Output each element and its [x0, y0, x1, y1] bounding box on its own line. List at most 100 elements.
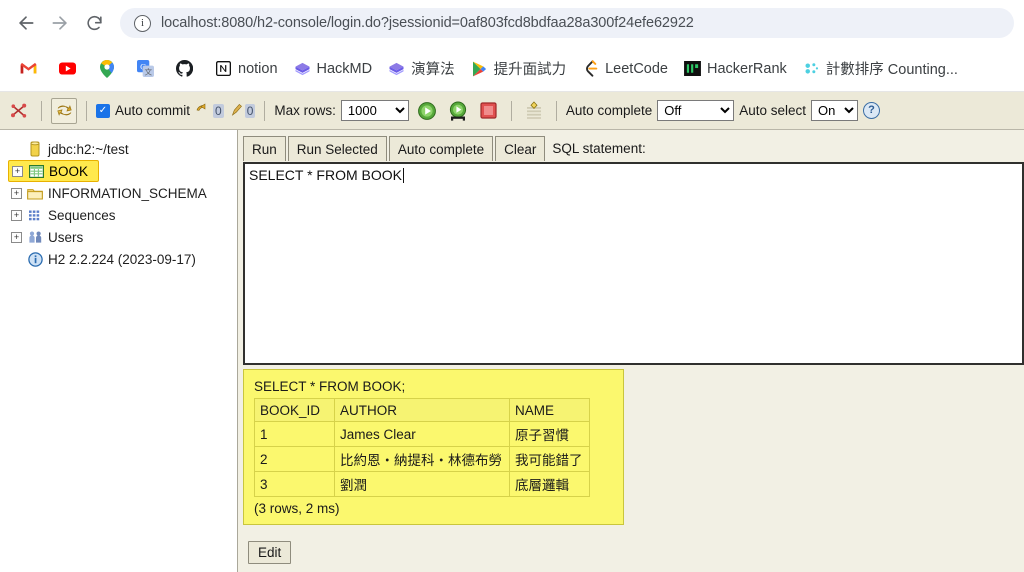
bookmark-hackmd[interactable]: HackMD	[286, 56, 381, 81]
auto-complete-button[interactable]: Auto complete	[388, 136, 494, 161]
run-icon[interactable]	[414, 98, 440, 124]
bookmark-hackerrank[interactable]: HackerRank	[676, 56, 795, 81]
column-header-author[interactable]: AUTHOR	[334, 398, 510, 422]
table-row[interactable]: 3 劉潤 底層邏輯	[254, 471, 590, 497]
back-button[interactable]	[10, 7, 42, 39]
bookmark-leetcode[interactable]: LeetCode	[574, 56, 676, 81]
address-bar[interactable]: i localhost:8080/h2-console/login.do?jse…	[120, 8, 1014, 38]
table-icon	[28, 163, 44, 179]
site-info-icon[interactable]: i	[134, 14, 151, 32]
text-caret	[403, 168, 404, 183]
tree-expander[interactable]: +	[11, 231, 22, 243]
bookmark-label: 演算法	[411, 62, 455, 78]
bookmark-label: HackerRank	[707, 60, 787, 77]
cell-name: 原子習慣	[509, 421, 590, 447]
bookmark-github[interactable]	[168, 56, 207, 81]
sidebar-item-sequences[interactable]: + Sequences	[8, 204, 233, 226]
sql-command-bar: Run Run Selected Auto complete Clear SQL…	[243, 136, 1024, 161]
sql-input[interactable]: SELECT * FROM BOOK	[243, 162, 1024, 365]
table-row[interactable]: 2 比約恩・納提科・林德布勞 我可能錯了	[254, 446, 590, 472]
auto-complete-label: Auto complete	[565, 103, 653, 118]
sidebar-item-connection[interactable]: jdbc:h2:~/test	[8, 138, 233, 160]
cell-author: 劉潤	[334, 471, 510, 497]
cell-book-id: 2	[254, 446, 335, 472]
rollback-count: 0	[244, 103, 256, 118]
edit-button[interactable]: Edit	[248, 541, 292, 564]
help-icon[interactable]: ?	[863, 102, 881, 119]
bookmark-counting-sort[interactable]: 計數排序 Counting...	[795, 54, 966, 83]
max-rows-select[interactable]: 1000	[340, 100, 409, 121]
sequences-icon	[27, 207, 43, 223]
github-icon	[176, 60, 193, 77]
bookmark-label: 提升面試力	[493, 62, 567, 78]
youtube-icon	[59, 60, 76, 77]
toolbar-separator	[264, 100, 266, 121]
bookmark-google-translate[interactable]: G文	[129, 56, 168, 81]
google-translate-icon: G文	[137, 60, 154, 77]
sidebar-item-version[interactable]: H2 2.2.224 (2023-09-17)	[8, 248, 233, 270]
cell-book-id: 1	[254, 421, 335, 447]
toolbar-separator	[510, 100, 512, 121]
auto-complete-select[interactable]: Off	[657, 100, 735, 121]
sidebar-item-book[interactable]: + BOOK	[8, 160, 100, 182]
bookmarks-bar: G文 notion HackMD 演算法	[0, 46, 1024, 92]
column-header-book-id[interactable]: BOOK_ID	[254, 398, 335, 422]
tree-expander[interactable]: +	[11, 209, 22, 221]
forward-button[interactable]	[44, 7, 76, 39]
disconnect-icon[interactable]	[6, 98, 32, 124]
tree-expander[interactable]: +	[11, 187, 22, 199]
auto-commit-checkbox[interactable]: ✓	[96, 103, 110, 118]
sidebar-item-label: H2 2.2.224 (2023-09-17)	[48, 251, 196, 267]
commit-button[interactable]: 0	[195, 103, 224, 118]
stop-icon[interactable]	[476, 98, 502, 124]
run-selected-button[interactable]: Run Selected	[287, 136, 387, 161]
hackmd-icon	[388, 60, 405, 77]
sql-workspace: Run Run Selected Auto complete Clear SQL…	[238, 130, 1024, 572]
database-tree-sidebar: jdbc:h2:~/test + BOOK + INFORMATION_SCHE…	[0, 130, 238, 572]
bookmark-gmail[interactable]	[12, 56, 51, 81]
auto-select-select[interactable]: On	[811, 100, 859, 121]
result-status: (3 rows, 2 ms)	[254, 501, 340, 516]
leetcode-icon	[582, 60, 599, 77]
edit-row: Edit	[243, 541, 1024, 564]
google-maps-icon	[98, 59, 115, 78]
auto-commit-label: Auto commit	[115, 103, 191, 118]
sidebar-item-users[interactable]: + Users	[8, 226, 233, 248]
cell-author: 比約恩・納提科・林德布勞	[334, 446, 510, 472]
cell-author: James Clear	[334, 421, 510, 447]
cell-name: 我可能錯了	[509, 446, 590, 472]
history-icon[interactable]	[521, 98, 547, 124]
column-header-name[interactable]: NAME	[509, 398, 590, 422]
bookmark-interview-boost[interactable]: 提升面試力	[463, 54, 575, 83]
hackerrank-icon	[684, 60, 701, 77]
cell-name: 底層邏輯	[509, 471, 590, 497]
folder-icon	[27, 185, 43, 201]
bookmark-google-maps[interactable]	[90, 56, 129, 81]
run-selected-icon[interactable]	[445, 98, 471, 124]
max-rows-label: Max rows:	[274, 103, 336, 118]
sidebar-item-information-schema[interactable]: + INFORMATION_SCHEMA	[8, 182, 233, 204]
database-icon	[27, 141, 43, 157]
table-row[interactable]: 1 James Clear 原子習慣	[254, 421, 590, 447]
tree-expander[interactable]: +	[12, 165, 23, 177]
bookmark-notion[interactable]: notion	[207, 56, 286, 81]
rollback-button[interactable]: 0	[229, 103, 256, 118]
browser-chrome: i localhost:8080/h2-console/login.do?jse…	[0, 0, 1024, 92]
bookmark-algorithms[interactable]: 演算法	[380, 54, 463, 83]
table-header-row: BOOK_ID AUTHOR NAME	[254, 398, 590, 422]
sql-input-text: SELECT * FROM BOOK	[249, 167, 402, 183]
toolbar-separator	[41, 100, 42, 121]
refresh-icon[interactable]	[51, 97, 77, 124]
result-query-echo: SELECT * FROM BOOK;	[254, 379, 406, 394]
clear-button[interactable]: Clear	[495, 136, 546, 161]
sql-statement-caption: SQL statement:	[552, 141, 646, 156]
notion-icon	[215, 60, 232, 77]
toolbar-separator	[86, 100, 87, 121]
run-button[interactable]: Run	[243, 136, 286, 161]
bookmark-youtube[interactable]	[51, 56, 90, 81]
h2-main-body: jdbc:h2:~/test + BOOK + INFORMATION_SCHE…	[0, 130, 1024, 572]
sidebar-item-label: INFORMATION_SCHEMA	[48, 185, 207, 201]
toolbar-separator	[555, 100, 557, 121]
reload-button[interactable]	[78, 7, 110, 39]
svg-text:文: 文	[145, 67, 153, 77]
